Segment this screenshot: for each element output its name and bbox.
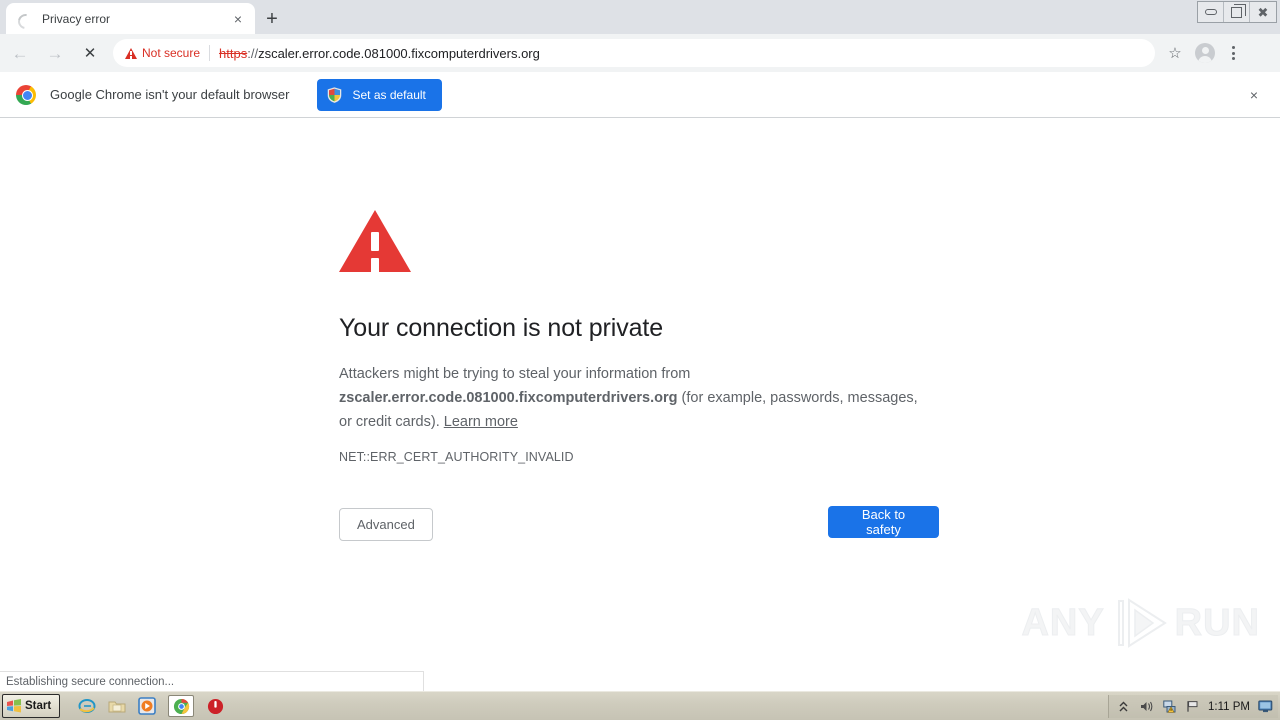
media-player-icon[interactable] (138, 697, 157, 715)
status-bubble: Establishing secure connection... (0, 671, 424, 691)
bookmark-star-icon[interactable]: ☆ (1163, 39, 1191, 67)
windows-flag-icon (7, 699, 21, 713)
browser-toolbar: ← → ✕ Not secure https://zscaler.error.c… (0, 34, 1280, 72)
interstitial-buttons: Advanced Back to safety (339, 506, 939, 542)
url-text: https://zscaler.error.code.081000.fixcom… (219, 46, 540, 61)
security-flag-icon[interactable] (1185, 699, 1200, 714)
minimize-icon[interactable] (1198, 2, 1224, 22)
system-tray: 1:11 PM (1108, 695, 1278, 718)
url-host: zscaler.error.code.081000.fixcomputerdri… (258, 45, 540, 61)
restore-icon[interactable] (1224, 2, 1250, 22)
notification-close-icon[interactable]: × (1242, 83, 1266, 107)
clock-time[interactable]: 1:11 PM (1208, 701, 1250, 713)
interstitial-body: Attackers might be trying to steal your … (339, 362, 934, 434)
tab-title: Privacy error (42, 11, 111, 26)
url-scheme: https (219, 45, 248, 61)
google-chrome-icon[interactable] (168, 695, 195, 717)
forward-button[interactable]: → (40, 38, 70, 68)
body-line-1: Attackers might be trying to steal your … (339, 366, 691, 382)
anyrun-watermark: ANY RUN (1021, 597, 1260, 649)
chrome-menu-button[interactable] (1219, 39, 1247, 67)
star-glyph: ☆ (1168, 44, 1182, 62)
address-bar[interactable]: Not secure https://zscaler.error.code.08… (113, 39, 1155, 67)
stop-loading-button[interactable]: ✕ (75, 38, 105, 68)
set-as-default-label: Set as default (352, 87, 426, 102)
omnibox-divider (209, 45, 211, 61)
default-browser-notification: Google Chrome isn't your default browser… (0, 72, 1280, 118)
red-warning-triangle-icon (339, 210, 411, 272)
url-separator: :// (247, 45, 259, 61)
page-title: Your connection is not private (339, 314, 664, 342)
back-button[interactable]: ← (5, 38, 35, 68)
internet-explorer-icon[interactable] (78, 697, 96, 715)
warning-triangle-icon (125, 47, 137, 59)
anyrun-play-logo-icon (1117, 598, 1167, 648)
back-to-safety-button[interactable]: Back to safety (828, 506, 939, 538)
show-hidden-icons-icon[interactable] (1116, 699, 1131, 714)
page-content: Your connection is not private Attackers… (0, 119, 1280, 671)
close-window-icon[interactable]: ✖ (1250, 2, 1276, 22)
not-secure-label: Not secure (142, 46, 201, 60)
loading-spinner-icon (16, 11, 32, 27)
learn-more-link[interactable]: Learn more (444, 414, 518, 430)
browser-window: Privacy error × + ✖ ← → ✕ Not secure htt… (0, 0, 1280, 720)
windows-shield-icon (327, 86, 342, 103)
file-explorer-icon[interactable] (108, 697, 126, 715)
three-dots-icon (1231, 46, 1235, 60)
tab-strip: Privacy error × + ✖ (0, 0, 1280, 34)
quick-launch-bar (78, 695, 224, 717)
display-monitor-icon[interactable] (1258, 699, 1273, 714)
network-icon[interactable] (1162, 699, 1177, 714)
new-tab-button[interactable]: + (258, 5, 286, 33)
windows-taskbar: Start 1:11 PM (0, 691, 1280, 720)
tab-close-icon[interactable]: × (227, 8, 249, 30)
notification-message: Google Chrome isn't your default browser (50, 87, 290, 102)
security-badge[interactable]: Not secure (125, 46, 200, 60)
error-code: NET::ERR_CERT_AUTHORITY_INVALID (339, 450, 574, 464)
advanced-button[interactable]: Advanced (339, 508, 433, 541)
shutdown-icon[interactable] (206, 697, 224, 715)
ssl-interstitial: Your connection is not private Attackers… (339, 210, 959, 542)
window-controls: ✖ (1197, 1, 1277, 23)
start-label: Start (25, 700, 52, 712)
watermark-right-text: RUN (1174, 602, 1260, 644)
set-as-default-button[interactable]: Set as default (317, 78, 442, 111)
start-button[interactable]: Start (2, 694, 61, 718)
volume-icon[interactable] (1139, 699, 1154, 714)
body-hostname: zscaler.error.code.081000.fixcomputerdri… (339, 390, 678, 406)
person-icon (1195, 43, 1215, 63)
watermark-left-text: ANY (1021, 602, 1105, 644)
chrome-logo-icon (16, 84, 36, 105)
profile-avatar[interactable] (1191, 39, 1219, 67)
tab-privacy-error[interactable]: Privacy error × (6, 3, 255, 34)
